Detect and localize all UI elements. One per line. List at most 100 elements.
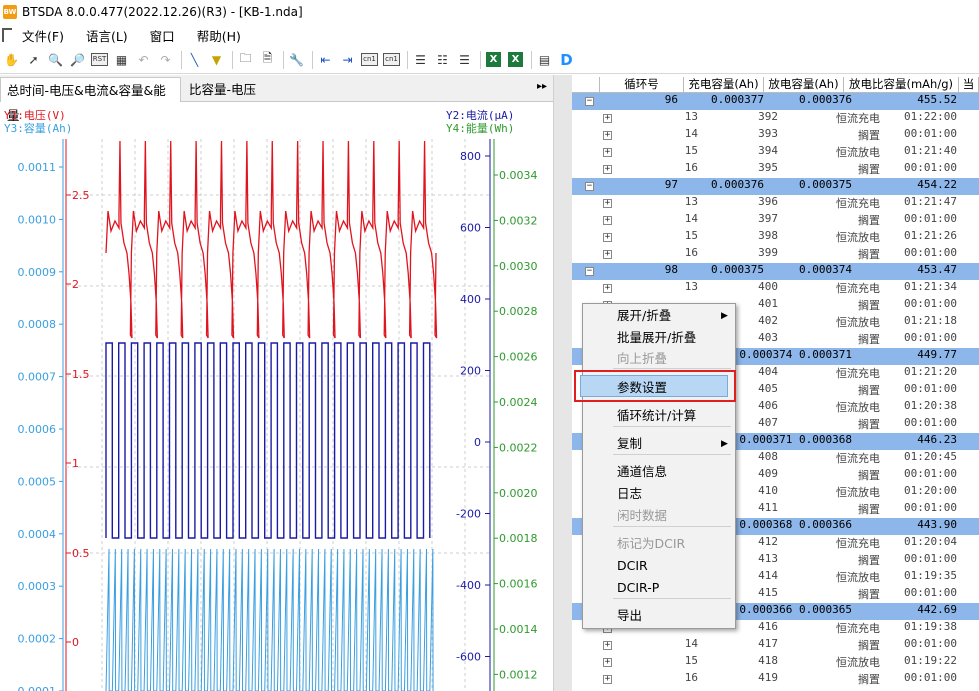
- zoom-in-icon[interactable]: 🔍: [46, 50, 65, 69]
- column-header[interactable]: 当: [959, 77, 979, 92]
- cell: 01:19:38: [904, 620, 957, 633]
- d-icon[interactable]: D: [557, 50, 576, 69]
- context-menu-item[interactable]: 展开/折叠: [617, 306, 671, 326]
- excel2-icon[interactable]: X: [506, 50, 525, 69]
- expand-icon[interactable]: +: [603, 216, 612, 225]
- rst-icon[interactable]: RST: [90, 50, 109, 69]
- expand-icon[interactable]: +: [603, 114, 612, 123]
- submenu-arrow-icon: ▶: [721, 311, 728, 321]
- table-icon[interactable]: ▦: [112, 50, 131, 69]
- context-menu-item[interactable]: 循环统计/计算: [617, 406, 696, 426]
- cell: 13: [684, 195, 698, 208]
- cell: 00:01:00: [904, 501, 957, 514]
- step-row[interactable]: +15 394 恒流放电 01:21:40: [572, 144, 979, 161]
- window-title: BTSDA 8.0.0.477(2022.12.26)(R3) - [KB-1.…: [22, 5, 303, 19]
- step-row[interactable]: +15 418 恒流放电 01:19:22: [572, 654, 979, 671]
- menu-language[interactable]: 语言(L): [86, 26, 128, 45]
- context-menu-item[interactable]: 批量展开/折叠: [617, 328, 696, 348]
- step-row[interactable]: +14 417 搁置 00:01:00: [572, 637, 979, 654]
- expand-icon[interactable]: +: [603, 148, 612, 157]
- collapse-icon[interactable]: −: [585, 97, 594, 106]
- y2-tick-label: -200: [456, 508, 481, 521]
- expand-icon[interactable]: +: [603, 284, 612, 293]
- cell: 394: [758, 144, 778, 157]
- grid2-icon[interactable]: ☷: [433, 50, 452, 69]
- column-header[interactable]: 放电容量(Ah): [764, 77, 844, 92]
- pen-icon[interactable]: ╲: [185, 50, 204, 69]
- context-menu-item[interactable]: 导出: [617, 606, 642, 626]
- expand-icon[interactable]: +: [603, 675, 612, 684]
- y4-tick-label: 0.0028: [499, 305, 538, 318]
- tab-scroll-icon[interactable]: ▸▸: [537, 81, 547, 92]
- save-icon[interactable]: 🗎: [258, 50, 277, 69]
- column-header[interactable]: 放电比容量(mAh/g): [844, 77, 959, 92]
- step-row[interactable]: +14 397 搁置 00:01:00: [572, 212, 979, 229]
- step-row[interactable]: +13 392 恒流充电 01:22:00: [572, 110, 979, 127]
- mdi-icon[interactable]: [2, 28, 12, 42]
- y1-tick-label: 0: [72, 636, 79, 649]
- redo-icon[interactable]: ↷: [156, 50, 175, 69]
- context-menu-item[interactable]: DCIR: [617, 556, 648, 576]
- grid1-icon[interactable]: ☰: [411, 50, 430, 69]
- cell: 01:21:34: [904, 280, 957, 293]
- splitter[interactable]: [553, 75, 572, 691]
- step-row[interactable]: +16 419 搁置 00:01:00: [572, 671, 979, 688]
- report-icon[interactable]: ▤: [535, 50, 554, 69]
- column-header[interactable]: [572, 77, 600, 92]
- step-row[interactable]: +16 395 搁置 00:01:00: [572, 161, 979, 178]
- collapse-icon[interactable]: −: [585, 182, 594, 191]
- tab-time-voltage[interactable]: 总时间-电压&电流&容量&能量: [0, 77, 181, 123]
- cycle-row[interactable]: − 98 0.000375 0.000374 453.47: [572, 263, 979, 280]
- hand-icon[interactable]: ✋: [2, 50, 21, 69]
- expand-icon[interactable]: +: [603, 131, 612, 140]
- cycle1-icon[interactable]: cn1: [360, 50, 379, 69]
- menu-separator: [613, 598, 731, 599]
- toolbar-separator: [232, 50, 233, 69]
- y2-tick-label: 800: [460, 150, 481, 163]
- expand-icon[interactable]: +: [603, 250, 612, 259]
- expand-icon[interactable]: +: [603, 233, 612, 242]
- y3-tick-label: 0.0009: [18, 266, 57, 279]
- voltage-series: [105, 140, 438, 339]
- cell: 397: [758, 212, 778, 225]
- grid3-icon[interactable]: ☰: [455, 50, 474, 69]
- step-row[interactable]: +14 393 搁置 00:01:00: [572, 127, 979, 144]
- context-menu-item[interactable]: 参数设置: [617, 378, 667, 398]
- context-menu-item[interactable]: DCIR-P: [617, 578, 659, 598]
- chart-svg[interactable]: Y1:电压(V)Y3:容量(Ah) Y2:电流(μA)Y4:能量(Wh) 0.001…: [0, 103, 553, 691]
- open-folder-icon[interactable]: 🗀: [236, 50, 255, 69]
- column-header[interactable]: 充电容量(Ah): [684, 77, 764, 92]
- undo-icon[interactable]: ↶: [134, 50, 153, 69]
- expand-icon[interactable]: +: [603, 165, 612, 174]
- context-menu-item: 闲时数据: [617, 508, 668, 523]
- context-menu-item[interactable]: 日志: [617, 484, 642, 504]
- zoom-out-icon[interactable]: 🔎: [68, 50, 87, 69]
- expand-icon[interactable]: +: [603, 658, 612, 667]
- step-row[interactable]: +13 400 恒流充电 01:21:34: [572, 280, 979, 297]
- step-row[interactable]: +13 396 恒流充电 01:21:47: [572, 195, 979, 212]
- collapse-icon[interactable]: −: [585, 267, 594, 276]
- excel1-icon[interactable]: X: [484, 50, 503, 69]
- cell: 392: [758, 110, 778, 123]
- filter-icon[interactable]: ▼: [207, 50, 226, 69]
- cycle2-icon[interactable]: cn1: [382, 50, 401, 69]
- expand-icon[interactable]: +: [603, 199, 612, 208]
- cell: 395: [758, 161, 778, 174]
- expand-icon[interactable]: +: [603, 641, 612, 650]
- step-row[interactable]: +16 399 搁置 00:01:00: [572, 246, 979, 263]
- step-row[interactable]: +15 398 恒流放电 01:21:26: [572, 229, 979, 246]
- tool-icon[interactable]: 🔧: [287, 50, 306, 69]
- arrow-left-icon[interactable]: ⇤: [316, 50, 335, 69]
- menu-window[interactable]: 窗口: [150, 26, 175, 45]
- context-menu-item[interactable]: 通道信息: [617, 462, 667, 482]
- tab-capacity-voltage[interactable]: 比容量-电压: [183, 77, 262, 102]
- cycle-row[interactable]: − 96 0.000377 0.000376 455.52: [572, 93, 979, 110]
- pointer-icon[interactable]: ➚: [24, 50, 43, 69]
- cell: 0.000374: [799, 263, 852, 276]
- cycle-row[interactable]: − 97 0.000376 0.000375 454.22: [572, 178, 979, 195]
- menu-file[interactable]: 文件(F): [22, 26, 64, 45]
- context-menu-item[interactable]: 复制: [617, 434, 642, 454]
- menu-help[interactable]: 帮助(H): [197, 26, 241, 45]
- arrow-right-icon[interactable]: ⇥: [338, 50, 357, 69]
- column-header[interactable]: 循环号: [600, 77, 684, 92]
